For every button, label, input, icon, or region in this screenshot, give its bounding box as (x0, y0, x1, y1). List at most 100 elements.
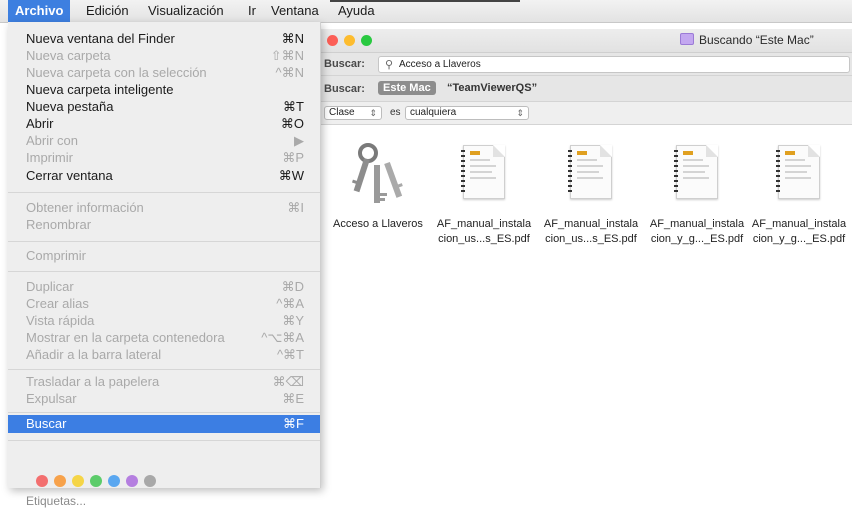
result-name-line1: AF_manual_instala (436, 218, 532, 230)
result-name: AF_manual_instala cion_us...s_ES.pdf (537, 217, 645, 247)
tag-purple-button[interactable] (126, 475, 138, 487)
menu-item-label: Renombrar (26, 217, 92, 232)
result-item[interactable]: Acceso a Llaveros (324, 141, 432, 232)
tag-green-button[interactable] (90, 475, 102, 487)
menu-separator (8, 192, 320, 193)
criteria-value-popup[interactable]: cualquiera ⇕ (405, 106, 529, 120)
menu-item-label: Expulsar (26, 391, 77, 406)
result-name: Acceso a Llaveros (324, 217, 432, 232)
menu-item-cerrar-ventana[interactable]: Cerrar ventana ⌘W (8, 168, 320, 184)
result-name: AF_manual_instala cion_y_g..._ES.pdf (643, 217, 751, 247)
menu-item-label: Imprimir (26, 150, 73, 165)
tag-orange-button[interactable] (54, 475, 66, 487)
menu-archivo[interactable]: Archivo (8, 0, 71, 22)
menu-item-label: Nueva carpeta con la selección (26, 65, 207, 80)
menu-item-label: Crear alias (26, 296, 89, 311)
menu-item-carpeta-inteligente[interactable]: Nueva carpeta inteligente (8, 82, 320, 98)
menu-item-shortcut: ^⌘T (276, 347, 304, 362)
menu-item-shortcut: ⇧⌘N (270, 48, 304, 63)
search-label: Buscar: (324, 58, 365, 70)
search-bar: Buscar: ⚲ Acceso a Llaveros (320, 53, 852, 76)
menubar-divider (330, 0, 520, 6)
menu-item-shortcut: ^⌥⌘A (261, 330, 304, 345)
tag-yellow-button[interactable] (72, 475, 84, 487)
criteria-attribute-popup[interactable]: Clase ⇕ (324, 106, 382, 120)
result-item[interactable]: AF_manual_instala cion_y_g..._ES.pdf (643, 141, 751, 247)
menu-item-mostrar-carpeta[interactable]: Mostrar en la carpeta contenedora ^⌥⌘A (8, 330, 320, 346)
scope-label: Buscar: (324, 83, 365, 95)
menu-item-label: Nueva carpeta inteligente (26, 82, 174, 97)
menu-item-nueva-carpeta[interactable]: Nueva carpeta ⇧⌘N (8, 48, 320, 64)
result-icon-wrap (537, 141, 645, 209)
menu-separator (8, 271, 320, 272)
menu-item-abrir[interactable]: Abrir ⌘O (8, 116, 320, 132)
menu-item-renombrar[interactable]: Renombrar (8, 217, 320, 233)
menu-item-label: Obtener información (26, 200, 144, 215)
menu-item-shortcut: ⌘Y (282, 313, 304, 328)
tag-blue-button[interactable] (108, 475, 120, 487)
menu-item-anadir-barra-lateral[interactable]: Añadir a la barra lateral ^⌘T (8, 347, 320, 363)
result-name-line1: AF_manual_instala (543, 218, 639, 230)
menu-item-vista-rapida[interactable]: Vista rápida ⌘Y (8, 313, 320, 329)
search-icon: ⚲ (385, 59, 394, 71)
menu-edicion[interactable]: Edición (79, 0, 136, 22)
menu-item-shortcut: ⌘N (281, 31, 304, 46)
minimize-window-button[interactable] (344, 35, 355, 46)
close-window-button[interactable] (327, 35, 338, 46)
menu-item-trasladar-papelera[interactable]: Trasladar a la papelera ⌘⌫ (8, 374, 320, 390)
result-item[interactable]: AF_manual_instala cion_us...s_ES.pdf (430, 141, 538, 247)
menu-item-label: Buscar (26, 416, 67, 431)
result-item[interactable]: AF_manual_instala cion_us...s_ES.pdf (537, 141, 645, 247)
popup-arrows-icon: ⇕ (516, 108, 524, 118)
window-title: Buscando “Este Mac” (699, 33, 814, 47)
zoom-window-button[interactable] (361, 35, 372, 46)
criteria-attribute-value: Clase (329, 107, 355, 118)
menu-item-label: Cerrar ventana (26, 168, 113, 183)
pdf-document-icon (674, 145, 718, 199)
menu-item-nueva-pestana[interactable]: Nueva pestaña ⌘T (8, 99, 320, 115)
submenu-arrow-icon: ▶ (294, 133, 304, 148)
criteria-operator: es (390, 107, 401, 118)
menu-item-duplicar[interactable]: Duplicar ⌘D (8, 279, 320, 295)
menu-item-expulsar[interactable]: Expulsar ⌘E (8, 391, 320, 407)
menu-item-label: Duplicar (26, 279, 74, 294)
menu-visualizacion[interactable]: Visualización (141, 0, 231, 22)
menu-item-label: Vista rápida (26, 313, 95, 328)
finder-window: Buscando “Este Mac” Buscar: ⚲ Acceso a L… (320, 29, 852, 488)
menu-item-crear-alias[interactable]: Crear alias ^⌘A (8, 296, 320, 312)
result-item[interactable]: AF_manual_instala cion_y_g..._ES.pdf (745, 141, 852, 247)
menu-item-comprimir[interactable]: Comprimir (8, 248, 320, 264)
menu-item-label: Nueva pestaña (26, 99, 114, 114)
popup-arrows-icon: ⇕ (369, 108, 377, 118)
menu-item-shortcut: ⌘O (280, 116, 304, 131)
result-name-line2: cion_us...s_ES.pdf (545, 233, 637, 245)
scope-teamviewer-button[interactable]: “TeamViewerQS” (447, 81, 537, 95)
menu-item-shortcut: ⌘T (283, 99, 304, 114)
menu-item-shortcut: ⌘E (282, 391, 304, 406)
search-field[interactable]: ⚲ Acceso a Llaveros (378, 56, 850, 73)
result-name-line2: cion_us...s_ES.pdf (438, 233, 530, 245)
tag-gray-button[interactable] (144, 475, 156, 487)
menu-item-shortcut: ⌘D (281, 279, 304, 294)
archivo-dropdown-menu: Nueva ventana del Finder ⌘N Nueva carpeta… (8, 22, 321, 508)
scope-this-mac-button[interactable]: Este Mac (378, 81, 436, 95)
menu-item-shortcut: ⌘I (287, 200, 304, 215)
menu-item-label: Nueva carpeta (26, 48, 111, 63)
menu-item-imprimir[interactable]: Imprimir ⌘P (8, 150, 320, 166)
menu-item-shortcut: ^⌘A (276, 296, 304, 311)
menu-item-nueva-carpeta-seleccion[interactable]: Nueva carpeta con la selección ^⌘N (8, 65, 320, 81)
menu-ir[interactable]: Ir (241, 0, 263, 22)
pdf-document-icon (461, 145, 505, 199)
menu-item-abrir-con[interactable]: Abrir con ▶ (8, 133, 320, 149)
menu-ventana[interactable]: Ventana (264, 0, 326, 22)
menu-item-buscar[interactable]: Buscar ⌘F (8, 415, 320, 433)
result-icon-wrap (430, 141, 538, 209)
menu-item-label: Abrir (26, 116, 54, 131)
menu-item-obtener-informacion[interactable]: Obtener información ⌘I (8, 200, 320, 216)
tag-red-button[interactable] (36, 475, 48, 487)
result-icon-wrap (324, 141, 432, 209)
tags-menu-item[interactable]: Etiquetas... (26, 494, 86, 508)
menu-separator (8, 412, 320, 413)
result-name-line2: cion_y_g..._ES.pdf (752, 233, 846, 245)
menu-item-nueva-ventana[interactable]: Nueva ventana del Finder ⌘N (8, 31, 320, 47)
